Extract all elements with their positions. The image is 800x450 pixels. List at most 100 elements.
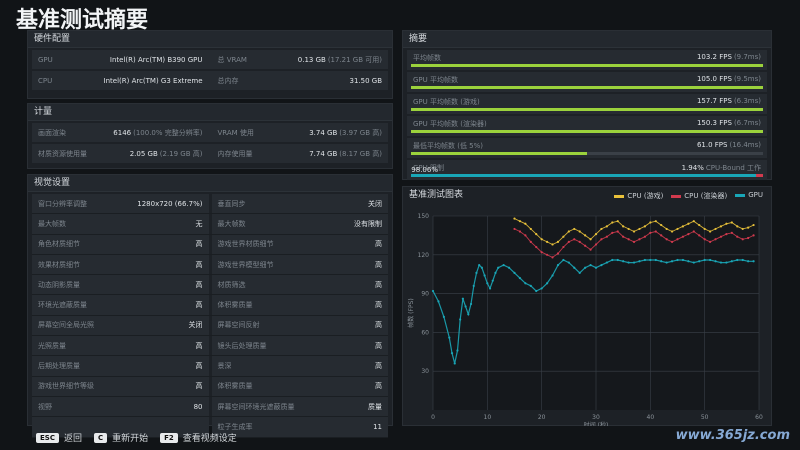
- data-point: [736, 235, 739, 238]
- metrics-cell: 内存使用量 7.74 GB (8.17 GB 高): [212, 144, 389, 163]
- setting-cell: 材质筛选 高: [211, 275, 388, 295]
- summary-label: GPU 平均帧数: [413, 76, 458, 84]
- data-point: [692, 261, 695, 264]
- key-hint: C: [93, 432, 108, 443]
- metrics-value: 7.74 GB: [309, 149, 338, 158]
- summary-value: 105.0 FPS: [696, 75, 732, 83]
- x-tick-label: 40: [647, 414, 655, 421]
- data-point: [638, 238, 641, 241]
- data-point: [752, 223, 755, 227]
- setting-label: 材质筛选: [217, 280, 246, 289]
- setting-cell: 镜头后处理质量 高: [211, 336, 388, 356]
- legend-item: CPU (游戏): [614, 191, 663, 201]
- data-point: [725, 222, 728, 225]
- setting-value: 高: [195, 382, 203, 391]
- setting-label: 垂直同步: [217, 199, 246, 208]
- gpu-limit-row: GPU 限制 98.06% 1.94% CPU-Bound 工作: [407, 160, 767, 180]
- data-point: [524, 234, 527, 237]
- x-tick-label: 50: [701, 414, 709, 421]
- data-point: [660, 260, 663, 263]
- data-point: [605, 235, 608, 238]
- setting-cell: 垂直同步 关闭: [211, 194, 388, 214]
- data-point: [736, 258, 739, 262]
- setting-cell: 体积雾质量 高: [211, 295, 388, 315]
- setting-row: 屏幕空间全局光照 关闭 屏幕空间反射 高: [32, 315, 388, 337]
- metrics-panel-title: 计量: [28, 104, 392, 121]
- setting-label: 体积雾质量: [217, 382, 253, 391]
- metrics-subvalue: (2.19 GB 高): [159, 149, 203, 158]
- summary-label: 最低平均帧数 (低 5%): [413, 142, 484, 150]
- data-point: [540, 238, 543, 241]
- data-point: [562, 235, 565, 238]
- data-point: [643, 235, 646, 238]
- summary-subvalue: (6.7ms): [733, 119, 761, 127]
- key-hint: ESC: [36, 432, 59, 443]
- setting-cell: 屏幕空间环境光遮蔽质量 质量: [211, 396, 388, 417]
- data-point: [698, 234, 701, 237]
- legend-label: CPU (游戏): [627, 192, 664, 200]
- data-point: [573, 238, 576, 241]
- data-point: [665, 261, 668, 264]
- hardware-subvalue: (17.21 GB 可用): [327, 55, 382, 64]
- data-point: [714, 227, 717, 231]
- data-point: [703, 258, 706, 262]
- footer-action[interactable]: F2 查看视频设定: [160, 431, 237, 444]
- summary-panel-title: 摘要: [403, 31, 771, 48]
- summary-value: 61.0 FPS: [696, 141, 728, 149]
- setting-value: 高: [195, 240, 203, 249]
- data-point: [741, 258, 744, 262]
- setting-value: 没有限制: [354, 219, 382, 228]
- metrics-label: 画面渲染: [38, 128, 66, 137]
- setting-cell: 环境光遮蔽质量 高: [32, 295, 209, 315]
- cpu-bound-group: 1.94% CPU-Bound 工作: [682, 163, 761, 173]
- y-tick-label: 60: [421, 329, 429, 336]
- summary-value: 150.3 FPS: [696, 119, 732, 127]
- hardware-cell: GPU Intel(R) Arc(TM) B390 GPU: [32, 50, 209, 69]
- summary-row: GPU 平均帧数 105.0 FPS (9.5ms): [407, 72, 767, 92]
- data-point: [578, 240, 581, 243]
- setting-cell: 游戏世界细节等级 高: [32, 376, 209, 396]
- data-point: [654, 230, 657, 233]
- summary-bar-fill: [411, 130, 763, 133]
- setting-cell: 视野 80: [32, 396, 209, 417]
- setting-value: 高: [375, 240, 382, 249]
- setting-label: 屏幕空间反射: [217, 321, 260, 330]
- data-point: [681, 225, 685, 228]
- data-point: [431, 289, 435, 293]
- hardware-value: Intel(R) Arc(TM) G3 Extreme: [103, 76, 203, 85]
- data-point: [616, 220, 619, 223]
- data-point: [518, 276, 522, 280]
- metrics-subvalue: (8.17 GB 高): [339, 149, 382, 158]
- setting-value: 高: [375, 260, 382, 269]
- hardware-cell: 总 VRAM 0.13 GB (17.21 GB 可用): [212, 50, 389, 69]
- data-point: [513, 271, 516, 275]
- data-point: [551, 243, 554, 246]
- data-point: [472, 284, 475, 287]
- data-point: [747, 260, 750, 263]
- data-point: [529, 284, 532, 287]
- data-point: [698, 260, 701, 263]
- data-point: [556, 264, 560, 267]
- footer-action[interactable]: ESC 返回: [36, 431, 82, 444]
- setting-label: 体积雾质量: [217, 301, 253, 310]
- data-point: [524, 282, 527, 285]
- data-point: [709, 258, 712, 262]
- data-point: [556, 240, 560, 243]
- summary-value-group: 105.0 FPS (9.5ms): [697, 75, 761, 83]
- data-point: [600, 238, 603, 241]
- data-point: [551, 256, 554, 259]
- data-point: [589, 248, 592, 251]
- setting-cell: 游戏世界材质细节 高: [211, 234, 388, 254]
- footer-action[interactable]: C 重新开始: [93, 431, 148, 444]
- data-point: [461, 297, 464, 300]
- setting-cell: 动态阴影质量 高: [32, 275, 209, 295]
- setting-label: 环境光遮蔽质量: [38, 301, 87, 310]
- data-point: [632, 240, 636, 243]
- data-point: [535, 233, 538, 236]
- data-point: [692, 220, 695, 223]
- metrics-value: 3.74 GB: [309, 128, 338, 137]
- summary-bar: [411, 152, 763, 155]
- setting-row: 窗口分辨率调整 1280x720 (66.7%) 垂直同步 关闭: [32, 194, 388, 215]
- hardware-panel-title: 硬件配置: [28, 31, 392, 48]
- cpu-bound-percent: 1.94%: [681, 164, 704, 172]
